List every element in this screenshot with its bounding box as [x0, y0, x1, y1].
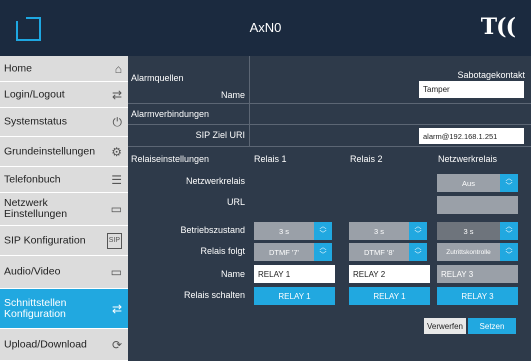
sidebar-item-sip[interactable]: SIP Konfiguration SIP — [0, 226, 128, 256]
save-button[interactable]: Setzen — [468, 318, 516, 334]
relais-1-follows-stepper[interactable]: ︿ ﹀ — [314, 243, 332, 261]
sidebar-item-audio-video[interactable]: Audio/Video ▭ — [0, 256, 128, 289]
relais-2-name-field[interactable]: RELAY 2 — [349, 265, 430, 283]
divider — [128, 103, 531, 104]
relais-folgt-label: Relais folgt — [200, 246, 245, 256]
chevron-down-icon: ﹀ — [505, 252, 513, 259]
refresh-icon: ⟳ — [111, 337, 122, 352]
url-label: URL — [226, 197, 245, 207]
sip-uri-field[interactable]: alarm@192.168.1.251 — [419, 128, 524, 144]
column-relais-1: Relais 1 — [254, 154, 287, 164]
discard-button[interactable]: Verwerfen — [424, 318, 466, 334]
name-label: Name — [220, 90, 245, 100]
chevron-up-icon: ︿ — [505, 175, 513, 182]
chevron-down-icon: ﹀ — [319, 252, 327, 259]
divider — [128, 146, 531, 147]
netzwerkrelais-state-stepper[interactable]: ︿ ﹀ — [500, 222, 518, 240]
interface-icon: ⇄ — [111, 301, 122, 316]
sip-icon: SIP — [106, 232, 122, 249]
betriebszustand-label: Betriebszustand — [180, 225, 245, 235]
netzwerkrelais-follows-stepper[interactable]: ︿ ﹀ — [500, 243, 518, 261]
sabotage-header: Sabotagekontakt — [457, 70, 525, 80]
chevron-up-icon: ︿ — [319, 223, 327, 230]
relais-schalten-label: Relais schalten — [183, 290, 245, 300]
chevron-up-icon: ︿ — [505, 244, 513, 251]
chevron-up-icon: ︿ — [414, 223, 422, 230]
chevron-down-icon: ﹀ — [414, 231, 422, 238]
sidebar-item-netzwerk[interactable]: Netzwerk Einstellungen ▭ — [0, 193, 128, 226]
header-bar: AxN0 T(( — [0, 0, 531, 56]
sidebar: Home ⌂ Login/Logout ⇄ Systemstatus ⏻ Gru… — [0, 56, 128, 361]
chevron-down-icon: ﹀ — [414, 252, 422, 259]
netzwerkrelais-select[interactable]: Aus — [437, 174, 500, 192]
url-field[interactable] — [437, 196, 518, 214]
netzwerkrelais-stepper[interactable]: ︿ ﹀ — [500, 174, 518, 192]
divider — [128, 124, 531, 125]
home-icon: ⌂ — [114, 61, 122, 76]
sidebar-item-upload-download[interactable]: Upload/Download ⟳ — [0, 329, 128, 361]
relais-2-state-stepper[interactable]: ︿ ﹀ — [409, 222, 427, 240]
relais-2-state-select[interactable]: 3 s — [349, 222, 409, 240]
relais-1-state-stepper[interactable]: ︿ ﹀ — [314, 222, 332, 240]
sidebar-item-login[interactable]: Login/Logout ⇄ — [0, 82, 128, 108]
relais-1-name-field[interactable]: RELAY 1 — [254, 265, 335, 283]
login-icon: ⇄ — [111, 87, 122, 102]
sip-uri-label: SIP Ziel URI — [195, 130, 245, 140]
relais-2-switch-button[interactable]: RELAY 1 — [349, 287, 430, 305]
column-divider — [249, 56, 250, 146]
chevron-up-icon: ︿ — [319, 244, 327, 251]
relais-1-switch-button[interactable]: RELAY 1 — [254, 287, 335, 305]
column-netzwerkrelais: Netzwerkrelais — [438, 154, 498, 164]
chevron-down-icon: ﹀ — [319, 231, 327, 238]
netzwerkrelais-name-field[interactable]: RELAY 3 — [437, 265, 518, 283]
relay-name-label: Name — [220, 269, 245, 279]
section-alarmverbindungen: Alarmverbindungen — [131, 109, 210, 119]
relais-2-follows-select[interactable]: DTMF '8' — [349, 243, 409, 261]
netzwerkrelais-switch-button[interactable]: RELAY 3 — [437, 287, 518, 305]
chevron-down-icon: ﹀ — [505, 183, 513, 190]
chevron-up-icon: ︿ — [414, 244, 422, 251]
list-icon: ☰ — [111, 172, 122, 187]
relais-1-follows-select[interactable]: DTMF '7' — [254, 243, 314, 261]
sabotage-name-field[interactable]: Tamper — [419, 81, 524, 98]
camera-icon: ▭ — [110, 265, 122, 279]
network-icon: ▭ — [110, 202, 122, 216]
section-relais: Relaiseinstellungen — [131, 154, 210, 164]
sidebar-item-telefonbuch[interactable]: Telefonbuch ☰ — [0, 167, 128, 193]
sidebar-item-home[interactable]: Home ⌂ — [0, 56, 128, 82]
power-icon: ⏻ — [112, 115, 123, 129]
column-relais-2: Relais 2 — [350, 154, 383, 164]
netzwerkrelais-follows-select[interactable]: Zutrittskontrolle — [437, 243, 500, 261]
brand-logo: T(( — [480, 14, 516, 40]
relais-1-state-select[interactable]: 3 s — [254, 222, 314, 240]
section-alarmquellen: Alarmquellen — [131, 73, 184, 83]
sidebar-item-systemstatus[interactable]: Systemstatus ⏻ — [0, 108, 128, 137]
gear-icon: ⚙ — [111, 144, 122, 159]
chevron-up-icon: ︿ — [505, 223, 513, 230]
sidebar-item-schnittstellen[interactable]: Schnittstellen Konfiguration ⇄ — [0, 289, 128, 329]
netzwerkrelais-state-select[interactable]: 3 s — [437, 222, 500, 240]
sidebar-item-grundeinstellungen[interactable]: Grundeinstellungen ⚙ — [0, 137, 128, 167]
relais-2-follows-stepper[interactable]: ︿ ﹀ — [409, 243, 427, 261]
netzwerkrelais-label: Netzwerkrelais — [185, 176, 245, 186]
page-title: AxN0 — [249, 20, 282, 35]
chevron-down-icon: ﹀ — [505, 231, 513, 238]
